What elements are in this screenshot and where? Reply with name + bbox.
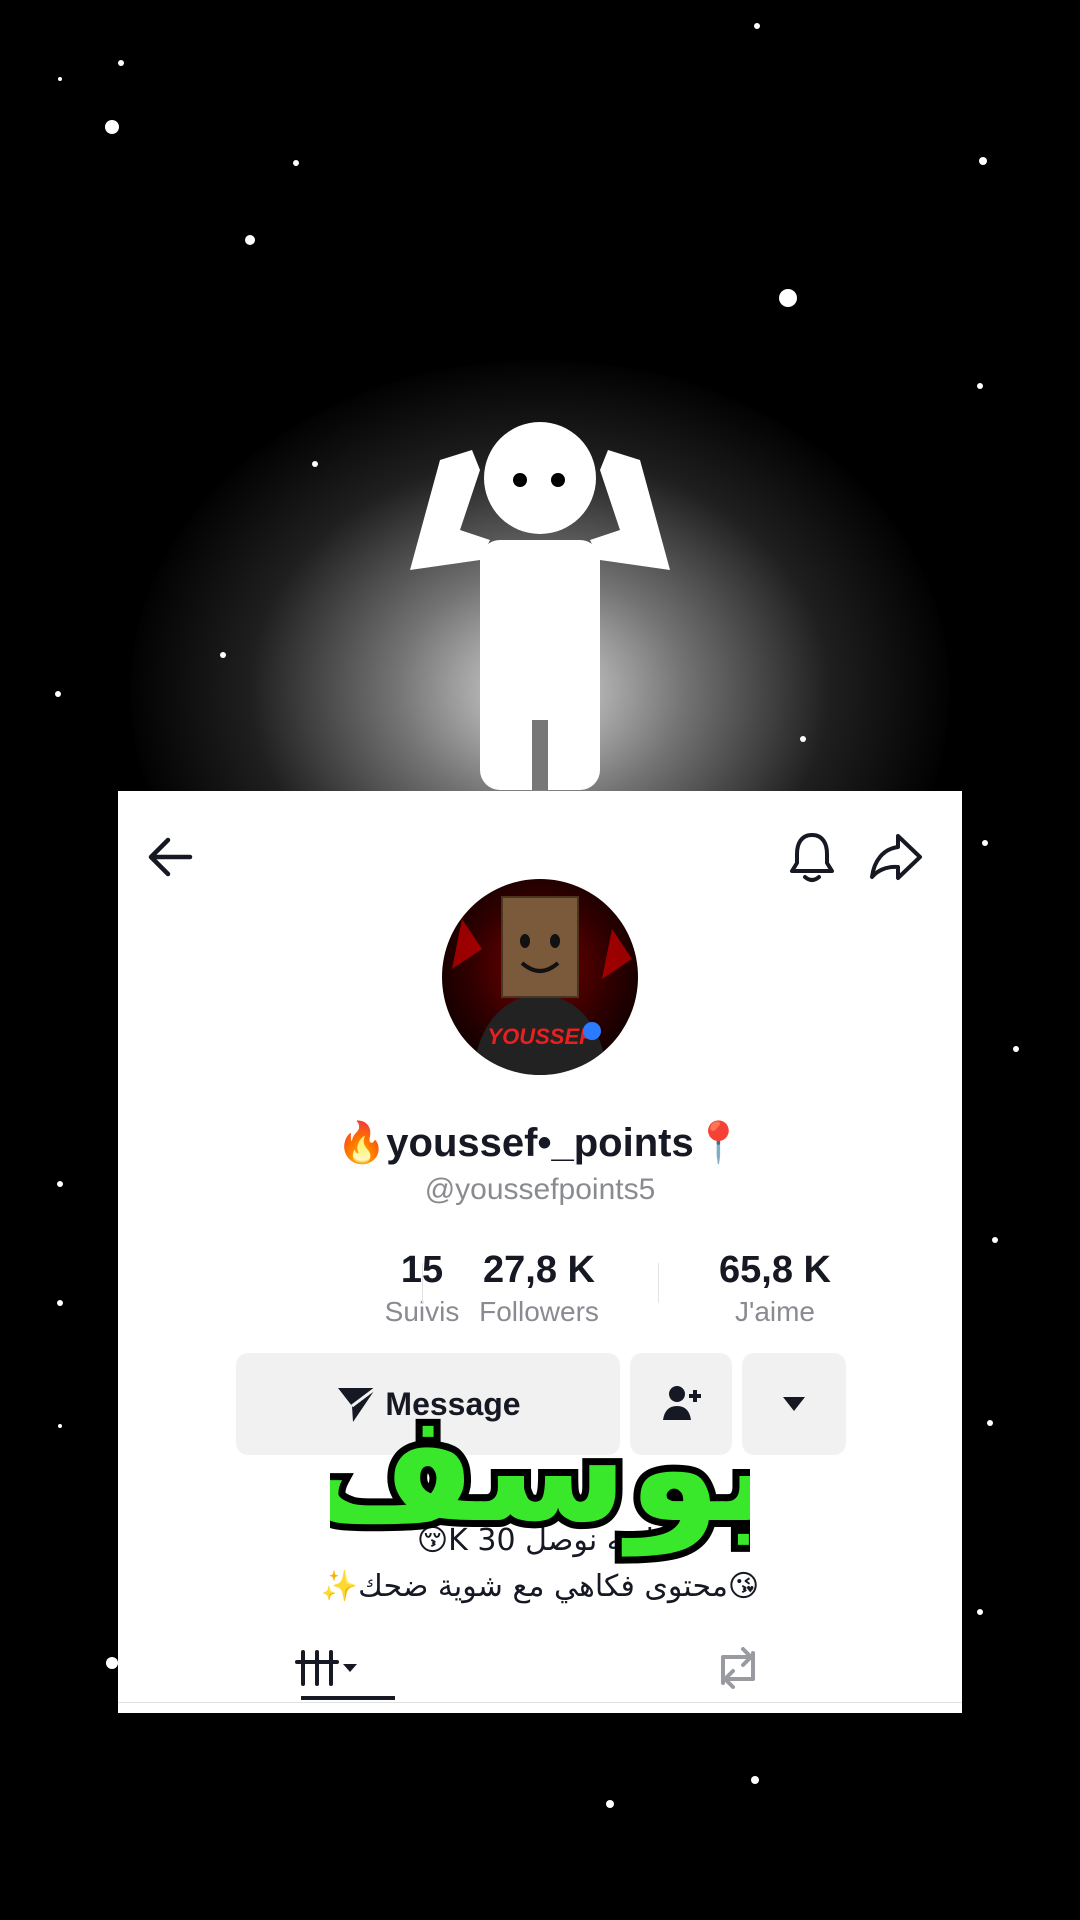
active-tab-indicator — [301, 1696, 395, 1700]
avatar-image: YOUSSEF — [442, 879, 638, 1075]
share-button[interactable] — [866, 827, 926, 887]
username-handle: @youssefpoints5 — [424, 1173, 656, 1206]
profile-avatar[interactable]: YOUSSEF — [442, 879, 638, 1075]
followers-count: 27,8 K — [483, 1249, 595, 1291]
likes-label: J'aime — [734, 1296, 816, 1327]
stat-likes[interactable]: 65,8 K J'aime — [665, 1247, 885, 1331]
stat-divider — [422, 1263, 423, 1303]
name-overlay-sticker: يوسف — [330, 1380, 750, 1564]
followers-label: Followers — [479, 1296, 599, 1327]
notifications-button[interactable] — [782, 827, 842, 887]
likes-count: 65,8 K — [719, 1249, 831, 1291]
tab-reposts[interactable] — [688, 1623, 788, 1713]
stick-figure-illustration — [410, 422, 670, 790]
display-name: 🔥youssef•_points📍 — [336, 1121, 744, 1165]
dropdown-icon — [783, 1397, 805, 1411]
dropdown-button[interactable] — [742, 1353, 846, 1455]
stat-followers[interactable]: 27,8 K Followers — [429, 1247, 649, 1331]
back-button[interactable] — [140, 827, 200, 887]
avatar-logo-text: YOUSSEF — [487, 1024, 593, 1049]
repost-icon — [721, 1647, 755, 1689]
overlay-text: يوسف — [330, 1382, 750, 1557]
stat-divider — [658, 1263, 659, 1303]
tabs-divider — [118, 1702, 962, 1703]
grid-icon — [295, 1650, 357, 1686]
bell-icon — [790, 833, 834, 882]
content-tabs — [118, 1623, 962, 1713]
back-arrow-icon — [148, 837, 193, 877]
stats-row: 15 Suivis 27,8 K Followers 65,8 K J'aime — [118, 1247, 962, 1337]
share-icon — [870, 834, 922, 880]
